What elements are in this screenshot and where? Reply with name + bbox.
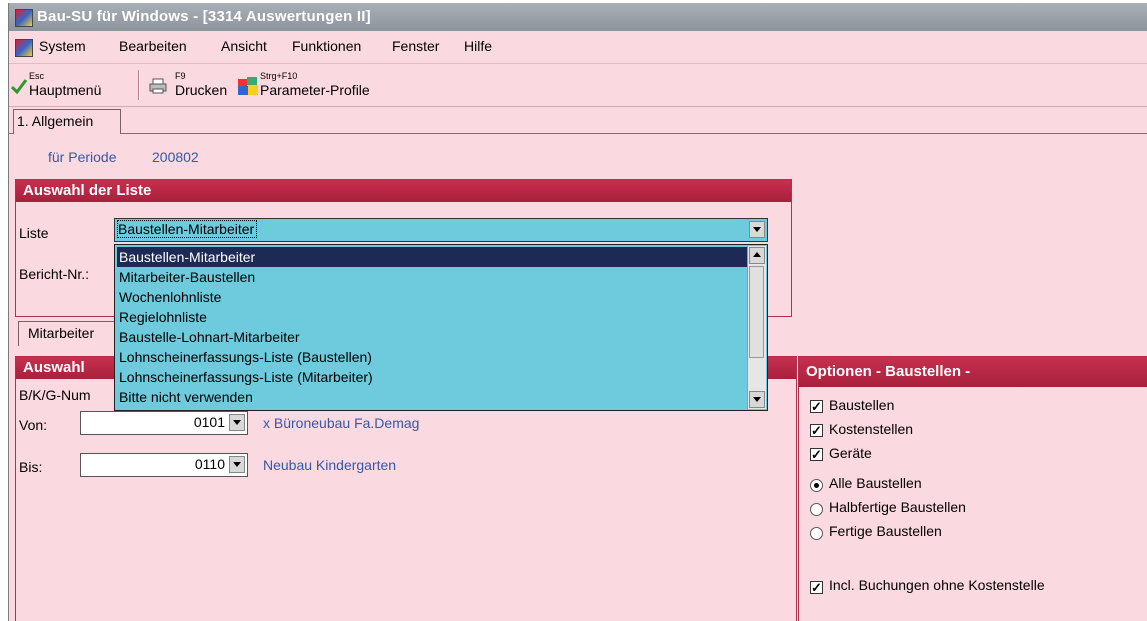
bis-input[interactable]: 0110 [80, 453, 248, 477]
radio-dot [814, 483, 819, 488]
check-kostenstellen-label: Kostenstellen [829, 421, 914, 437]
list-option[interactable]: Regielohnliste [117, 307, 747, 327]
auswahl-liste-title: Auswahl der Liste [16, 180, 791, 202]
radio-fertig-label: Fertige Baustellen [829, 523, 942, 539]
checkbox[interactable]: ✓ [810, 448, 823, 461]
toolbar-separator [138, 70, 140, 100]
scroll-down-button[interactable] [749, 391, 765, 408]
print-shortcut: F9 [175, 71, 186, 81]
list-option[interactable]: Wochenlohnliste [117, 287, 747, 307]
document-icon[interactable] [15, 39, 33, 57]
app-window: Bau-SU für Windows - [3314 Auswertungen … [8, 3, 1147, 621]
von-description: x Büroneubau Fa.Demag [263, 415, 420, 431]
profiles-icon [238, 77, 258, 95]
profiles-shortcut: Strg+F10 [260, 71, 298, 81]
check-geraete-label: Geräte [829, 445, 872, 461]
bis-label: Bis: [19, 459, 43, 475]
checkbox[interactable]: ✓ [810, 424, 823, 437]
home-button[interactable]: Esc Hauptmenü [9, 64, 149, 106]
list-scrollbar[interactable] [747, 246, 766, 409]
window-title: Bau-SU für Windows - [3314 Auswertungen … [37, 8, 371, 25]
check-incl-label: Incl. Buchungen ohne Kostenstelle [829, 577, 1045, 593]
print-button[interactable]: F9 Drucken [147, 64, 247, 106]
bkg-num-header: B/K/G-Num [19, 387, 91, 403]
menu-bar: System Bearbeiten Ansicht Funktionen Fen… [9, 31, 1147, 64]
radio-button[interactable] [810, 527, 823, 540]
print-label: Drucken [175, 82, 228, 98]
radio-halbfertig-label: Halbfertige Baustellen [829, 499, 966, 515]
chevron-down-icon [233, 462, 241, 467]
von-input[interactable]: 0101 [80, 411, 248, 435]
tab-mitarbeiter[interactable]: Mitarbeiter [18, 321, 115, 346]
tab-allgemein-label: 1. Allgemein [17, 113, 94, 129]
menu-system[interactable]: System [39, 38, 86, 54]
menu-fenster[interactable]: Fenster [392, 38, 439, 54]
optionen-group: Optionen - Baustellen - ✓ Baustellen ✓ K… [798, 356, 1147, 621]
chevron-up-icon [753, 252, 761, 257]
home-label: Hauptmenü [29, 82, 102, 98]
list-option[interactable]: Bitte nicht verwenden [117, 387, 747, 407]
chevron-down-icon [753, 397, 761, 402]
radio-button[interactable] [810, 503, 823, 516]
home-shortcut: Esc [29, 71, 45, 81]
liste-dropdown-list[interactable]: Baustellen-Mitarbeiter Mitarbeiter-Baust… [114, 244, 768, 411]
printer-icon [149, 78, 167, 94]
liste-dropdown-button[interactable] [749, 221, 765, 238]
bis-dropdown-button[interactable] [229, 456, 245, 473]
radio-button[interactable] [810, 479, 823, 492]
chevron-down-icon [233, 420, 241, 425]
menu-bearbeiten[interactable]: Bearbeiten [119, 38, 187, 54]
green-check-icon [11, 79, 27, 94]
list-option[interactable]: Mitarbeiter-Baustellen [117, 267, 747, 287]
profiles-button[interactable]: Strg+F10 Parameter-Profile [237, 64, 417, 106]
toolbar: Esc Hauptmenü F9 Drucken Strg+F10 Parame… [9, 64, 1147, 107]
liste-label: Liste [19, 225, 49, 241]
list-option[interactable]: Baustellen-Mitarbeiter [117, 247, 747, 267]
period-value: 200802 [152, 149, 199, 165]
list-option[interactable]: Lohnscheinerfassungs-Liste (Baustellen) [117, 347, 747, 367]
menu-hilfe[interactable]: Hilfe [464, 38, 492, 54]
von-label: Von: [19, 417, 48, 433]
check-baustellen-label: Baustellen [829, 397, 895, 413]
list-option[interactable]: Baustelle-Lohnart-Mitarbeiter [117, 327, 747, 347]
menu-ansicht[interactable]: Ansicht [221, 38, 267, 54]
liste-selected-value: Baustellen-Mitarbeiter [116, 220, 258, 238]
checkbox[interactable]: ✓ [810, 400, 823, 413]
checkbox[interactable]: ✓ [810, 581, 823, 594]
tab-mitarbeiter-label: Mitarbeiter [28, 325, 95, 341]
von-value: 0101 [193, 414, 225, 430]
list-option[interactable]: Lohnscheinerfassungs-Liste (Mitarbeiter) [117, 367, 747, 387]
bericht-label: Bericht-Nr.: [19, 266, 90, 282]
chevron-down-icon [753, 227, 761, 232]
scroll-thumb[interactable] [749, 266, 764, 358]
app-icon[interactable] [15, 9, 33, 27]
bis-value: 0110 [194, 456, 225, 472]
bis-description: Neubau Kindergarten [263, 457, 397, 473]
radio-alle-label: Alle Baustellen [829, 475, 922, 491]
menu-funktionen[interactable]: Funktionen [292, 38, 361, 54]
title-bar[interactable]: Bau-SU für Windows - [3314 Auswertungen … [9, 3, 1147, 31]
tab-strip: 1. Allgemein [9, 107, 1147, 134]
scroll-up-button[interactable] [749, 247, 765, 264]
optionen-title: Optionen - Baustellen - [799, 357, 1147, 387]
period-label: für Periode [48, 149, 117, 165]
liste-select[interactable]: Baustellen-Mitarbeiter [114, 218, 768, 242]
tab-allgemein[interactable]: 1. Allgemein [13, 109, 121, 134]
profiles-label: Parameter-Profile [260, 82, 370, 98]
von-dropdown-button[interactable] [229, 414, 245, 431]
